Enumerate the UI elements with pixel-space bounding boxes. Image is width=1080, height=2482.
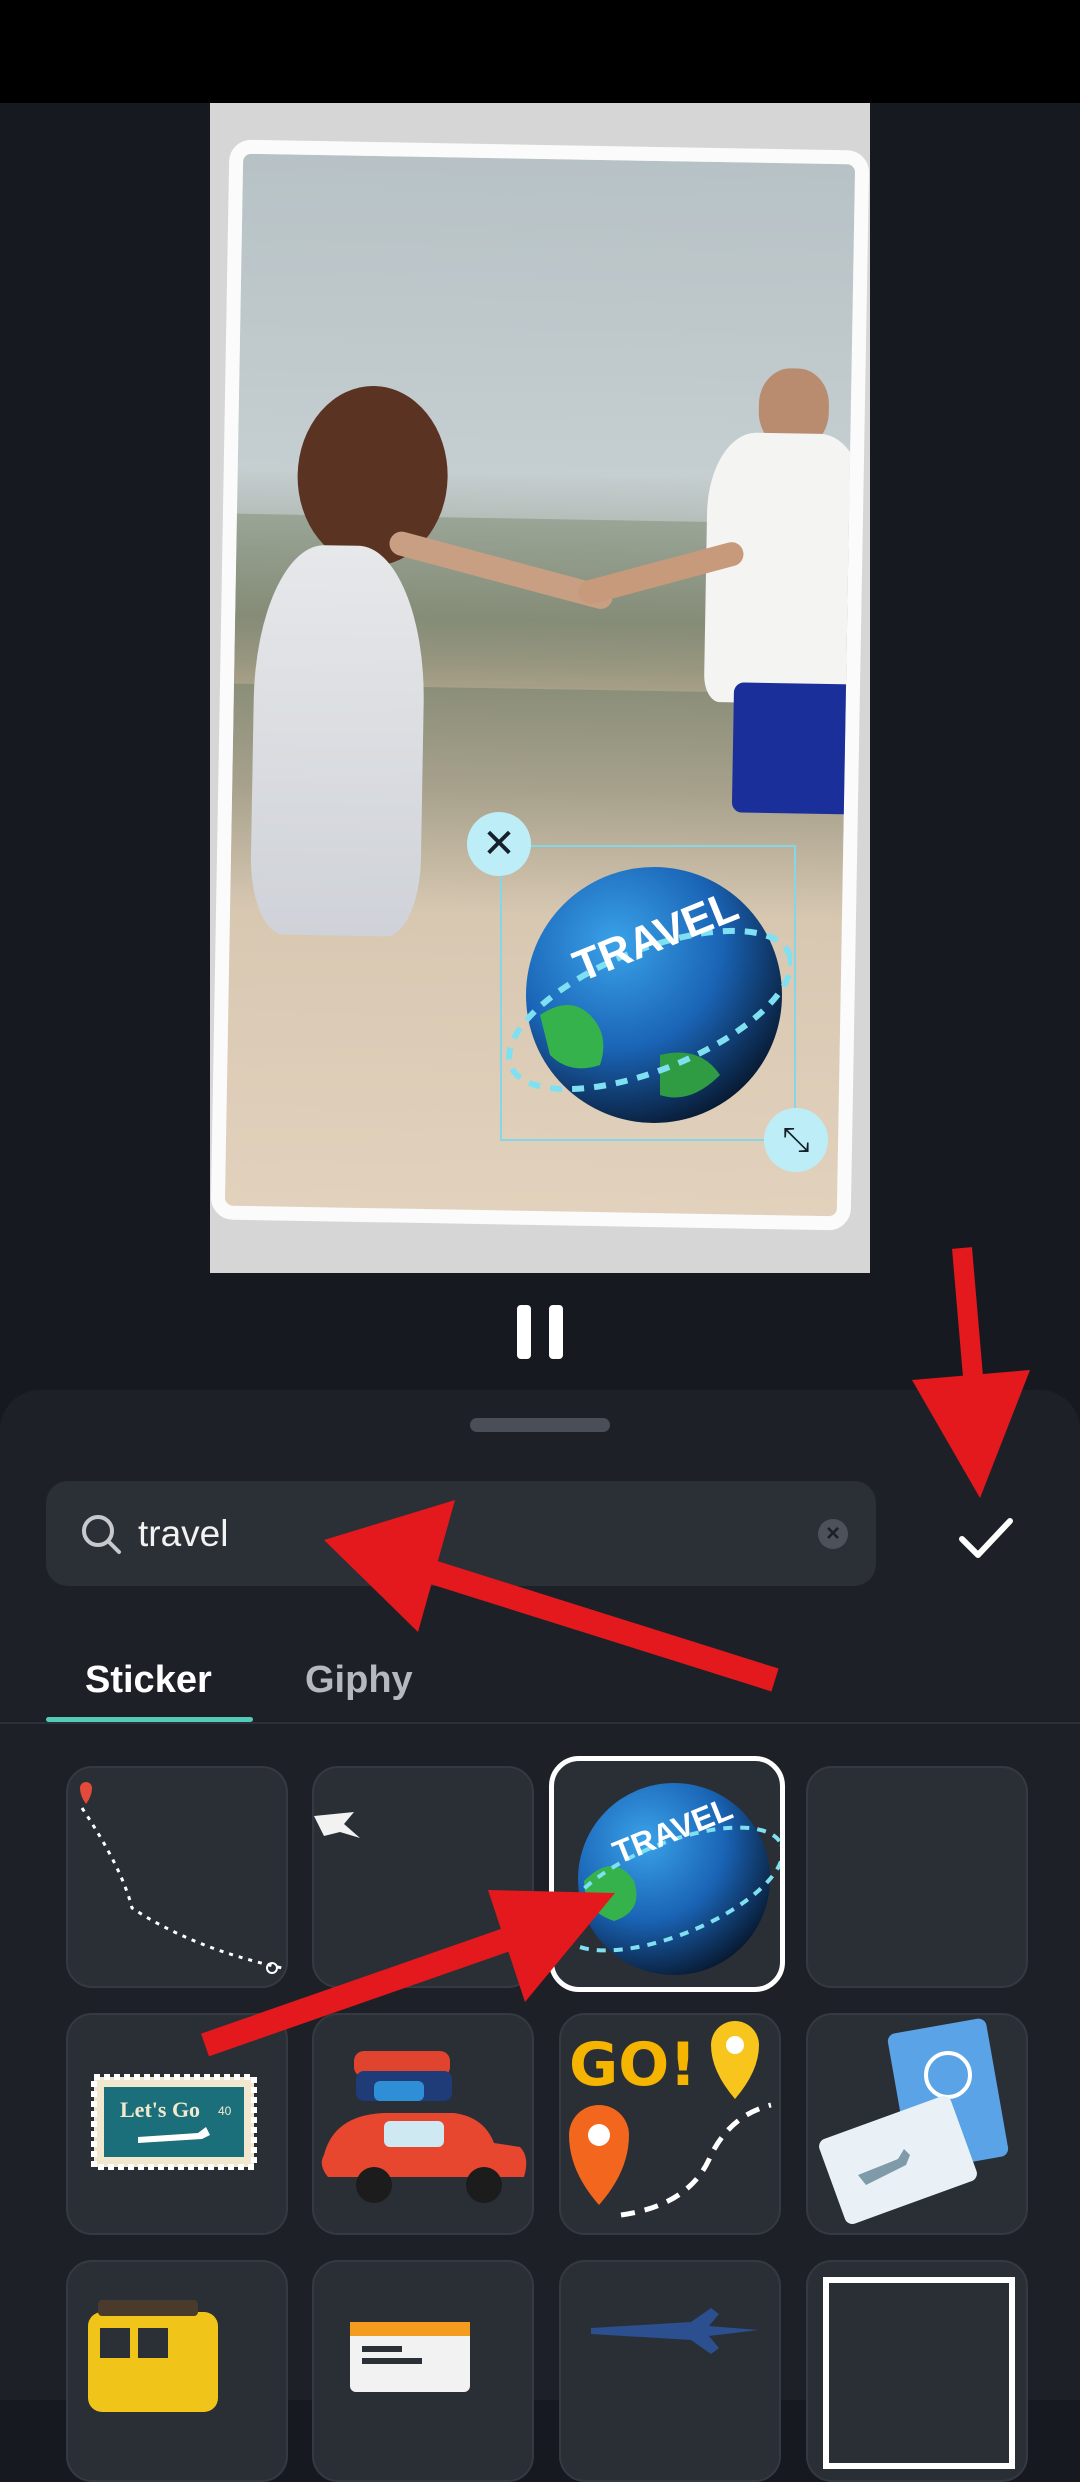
yellow-bus-sticker bbox=[88, 2300, 218, 2412]
go-pins-sticker: GO! bbox=[569, 2021, 772, 2218]
tabs-divider bbox=[0, 1722, 1080, 1724]
clear-icon: × bbox=[825, 1520, 840, 1547]
sticker-cell-travel-globe[interactable]: TRAVEL bbox=[549, 1756, 785, 1992]
sheet-drag-handle[interactable] bbox=[470, 1418, 610, 1432]
pause-icon bbox=[517, 1305, 531, 1359]
dotted-route-sticker bbox=[80, 1782, 283, 1974]
go-text: GO! bbox=[569, 2030, 697, 2100]
done-button[interactable] bbox=[946, 1498, 1026, 1578]
travel-globe-sticker: TRAVEL bbox=[559, 1783, 780, 1975]
sticker-cell-paper-plane[interactable] bbox=[312, 1766, 534, 1988]
tab-giphy[interactable]: Giphy bbox=[305, 1652, 413, 1708]
sticker-cell-go-pins[interactable]: GO! bbox=[559, 2013, 781, 2235]
resize-icon: ⤡ bbox=[782, 1120, 810, 1159]
frame-sticker bbox=[823, 2277, 1015, 2469]
lets-go-stamp-sticker: Let's Go 40 bbox=[91, 2074, 257, 2170]
sticker-cell-dotted-route[interactable] bbox=[66, 1766, 288, 1988]
status-bar bbox=[0, 0, 1080, 103]
man-shorts bbox=[731, 682, 855, 815]
tab-sticker[interactable]: Sticker bbox=[85, 1652, 212, 1708]
close-icon: ✕ bbox=[482, 822, 516, 866]
car-luggage-sticker bbox=[321, 2051, 527, 2203]
remove-sticker-button[interactable]: ✕ bbox=[467, 812, 531, 876]
airplane-sticker bbox=[591, 2308, 759, 2354]
search-bar[interactable]: travel × bbox=[46, 1481, 876, 1586]
travel-globe-sticker-overlay[interactable]: TRAVEL bbox=[500, 845, 792, 1137]
woman-dress bbox=[249, 544, 427, 937]
sticker-cell-airplane[interactable] bbox=[559, 2260, 781, 2482]
search-icon bbox=[82, 1515, 121, 1554]
sticker-cell-lets-go-stamp[interactable]: Let's Go 40 bbox=[66, 2013, 288, 2235]
checkmark-icon bbox=[959, 1518, 1013, 1558]
pause-button[interactable] bbox=[517, 1305, 563, 1359]
man-shirt bbox=[703, 431, 869, 705]
sticker-cell-passport[interactable] bbox=[806, 2013, 1028, 2235]
sticker-bounding-box[interactable]: TRAVEL bbox=[500, 845, 796, 1141]
search-input[interactable]: travel bbox=[138, 1509, 228, 1559]
sticker-cell-empty[interactable] bbox=[806, 1766, 1028, 1988]
ticket-sticker bbox=[350, 2322, 470, 2392]
sticker-cell-ticket[interactable] bbox=[312, 2260, 534, 2482]
paper-plane-sticker bbox=[314, 1812, 360, 1838]
sticker-cell-car-luggage[interactable] bbox=[312, 2013, 534, 2235]
clear-search-button[interactable]: × bbox=[818, 1519, 848, 1549]
resize-sticker-handle[interactable]: ⤡ bbox=[764, 1108, 828, 1172]
stamp-number: 40 bbox=[218, 2104, 232, 2118]
sticker-cell-frame[interactable] bbox=[806, 2260, 1028, 2482]
passport-sticker bbox=[819, 2018, 1009, 2224]
sticker-cell-yellow-bus[interactable] bbox=[66, 2260, 288, 2482]
stamp-text: Let's Go bbox=[120, 2097, 200, 2122]
